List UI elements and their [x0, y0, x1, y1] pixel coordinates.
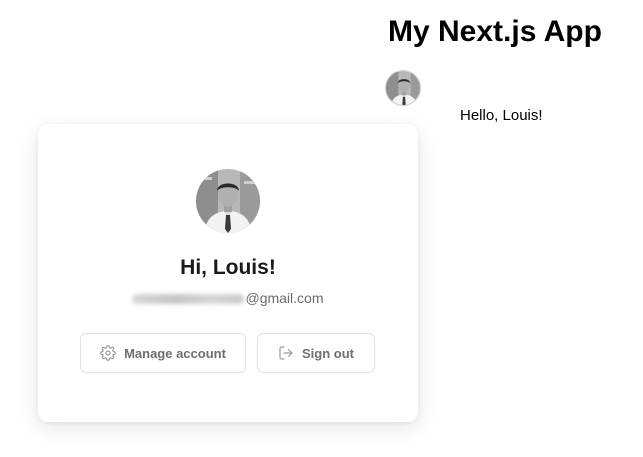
header-greeting: Hello, Louis!: [460, 107, 543, 124]
app-title: My Next.js App: [388, 15, 602, 48]
sign-out-label: Sign out: [302, 345, 354, 361]
user-email: @gmail.com: [38, 288, 418, 308]
manage-account-button[interactable]: Manage account: [80, 333, 246, 373]
user-avatar-button[interactable]: [385, 70, 421, 106]
card-avatar: [196, 169, 260, 233]
card-actions: Manage account Sign out: [80, 333, 375, 373]
avatar-photo-icon: [386, 71, 420, 105]
email-local-part-redacted: [132, 294, 245, 305]
avatar-photo-icon: [196, 169, 260, 233]
user-card: Hi, Louis! @gmail.com Manage account Sig…: [38, 124, 418, 422]
sign-out-button[interactable]: Sign out: [257, 333, 375, 373]
email-domain: @gmail.com: [245, 290, 324, 306]
page: My Next.js App Hello, Louis! Hi, Louis! …: [0, 0, 643, 457]
gear-icon: [100, 345, 116, 361]
manage-account-label: Manage account: [124, 345, 226, 361]
sign-out-icon: [279, 346, 293, 360]
card-greeting: Hi, Louis!: [180, 256, 276, 279]
